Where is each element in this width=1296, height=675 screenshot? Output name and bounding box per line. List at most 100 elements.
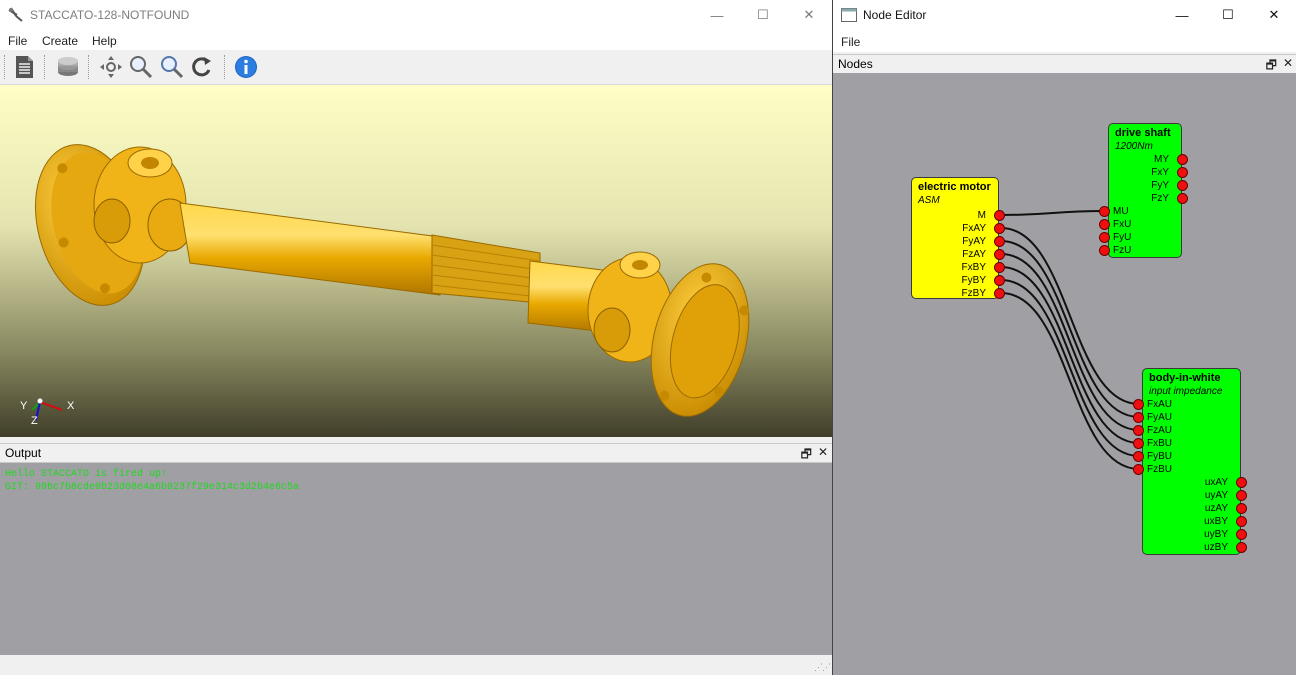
port-dot[interactable] [994, 275, 1005, 286]
node-title: body-in-white [1149, 372, 1221, 384]
output-port: FzY [1112, 192, 1188, 205]
port-dot[interactable] [1099, 219, 1110, 230]
maximize-button[interactable]: ☐ [740, 0, 786, 30]
node-canvas[interactable]: electric motor ASM drive shaft 1200Nm bo… [833, 73, 1296, 675]
app-icon [8, 7, 24, 26]
zoom-in-icon[interactable] [128, 54, 154, 80]
port-label: FzU [1113, 245, 1132, 256]
output-port: FxY [1112, 166, 1188, 179]
port-dot[interactable] [1133, 425, 1144, 436]
output-port: FxAY [915, 222, 1005, 235]
connection-wire[interactable] [1000, 292, 1140, 470]
output-port: uyAY [1146, 489, 1247, 502]
info-icon[interactable] [233, 54, 259, 80]
port-label: uzAY [1204, 503, 1228, 514]
window-title: STACCATO-128-NOTFOUND [30, 8, 190, 22]
menu-file[interactable]: File [841, 35, 860, 49]
output-port: FxBY [915, 261, 1005, 274]
axis-label-y: Y [20, 400, 28, 412]
port-label: FyY [1151, 180, 1169, 191]
port-dot[interactable] [1133, 438, 1144, 449]
output-port: MY [1112, 153, 1188, 166]
output-port: uxAY [1146, 476, 1247, 489]
port-dot[interactable] [994, 288, 1005, 299]
port-label: uyBY [1204, 529, 1228, 540]
toolbar-separator [88, 55, 91, 79]
close-button[interactable]: ✕ [786, 0, 832, 30]
maximize-button[interactable]: ☐ [1205, 0, 1251, 30]
connection-wire[interactable] [1000, 210, 1106, 216]
nodes-panel-title: Nodes [838, 57, 873, 71]
port-dot[interactable] [994, 210, 1005, 221]
connection-wire[interactable] [1000, 240, 1140, 418]
node-editor-app-icon [841, 8, 857, 25]
port-label: uxBY [1204, 516, 1228, 527]
port-dot[interactable] [1099, 245, 1110, 256]
port-dot[interactable] [1177, 180, 1188, 191]
minimize-button[interactable]: — [694, 0, 740, 30]
main-titlebar[interactable]: STACCATO-128-NOTFOUND — ☐ ✕ [0, 0, 832, 30]
output-port: uyBY [1146, 528, 1247, 541]
port-dot[interactable] [1236, 477, 1247, 488]
port-dot[interactable] [994, 236, 1005, 247]
resize-grip[interactable]: ⋰⋰ [814, 662, 831, 673]
port-label: FxAY [962, 223, 986, 234]
port-dot[interactable] [1133, 399, 1144, 410]
port-label: FzBY [961, 288, 986, 299]
input-port: MU [1099, 205, 1129, 218]
port-dot[interactable] [994, 262, 1005, 273]
input-port: FyU [1099, 231, 1131, 244]
port-dot[interactable] [1236, 529, 1247, 540]
menu-file[interactable]: File [8, 34, 27, 48]
input-port: FxU [1099, 218, 1132, 231]
port-label: FzY [1151, 193, 1169, 204]
port-label: FyBY [961, 275, 986, 286]
port-dot[interactable] [1236, 516, 1247, 527]
connection-wire[interactable] [1000, 253, 1140, 431]
port-dot[interactable] [1133, 451, 1144, 462]
document-icon[interactable] [11, 54, 37, 80]
port-label: FxY [1151, 167, 1169, 178]
port-dot[interactable] [994, 223, 1005, 234]
axis-label-x: X [67, 400, 75, 412]
output-port: FzAY [915, 248, 1005, 261]
3d-viewport[interactable]: Y X Z [0, 85, 832, 437]
port-dot[interactable] [1099, 232, 1110, 243]
pan-icon[interactable] [98, 54, 124, 80]
output-panel-title: Output [5, 446, 42, 460]
port-label: uyAY [1204, 490, 1228, 501]
port-dot[interactable] [1177, 154, 1188, 165]
port-dot[interactable] [1236, 490, 1247, 501]
connection-wire[interactable] [1000, 279, 1140, 457]
port-label: FxU [1113, 219, 1132, 230]
output-console[interactable]: Hello STACCATO is fired up! GIT: 99bc7b8… [0, 463, 832, 655]
node-subtitle: input impedance [1149, 386, 1223, 397]
zoom-out-icon[interactable] [159, 54, 185, 80]
menu-create[interactable]: Create [42, 34, 78, 48]
port-label: uxAY [1204, 477, 1228, 488]
output-port: FyBY [915, 274, 1005, 287]
node-editor-titlebar[interactable]: Node Editor — ☐ ✕ [833, 0, 1296, 30]
rotate-icon[interactable] [189, 54, 215, 80]
layers-icon[interactable] [55, 54, 81, 80]
close-button[interactable]: ✕ [1251, 0, 1296, 30]
port-dot[interactable] [1236, 542, 1247, 553]
port-dot[interactable] [1236, 503, 1247, 514]
port-dot[interactable] [1099, 206, 1110, 217]
axis-label-z: Z [31, 415, 38, 427]
node-title: electric motor [918, 181, 991, 193]
menu-help[interactable]: Help [92, 34, 117, 48]
port-dot[interactable] [1133, 412, 1144, 423]
port-dot[interactable] [1177, 167, 1188, 178]
connection-wire[interactable] [1000, 266, 1140, 444]
port-dot[interactable] [994, 249, 1005, 260]
port-dot[interactable] [1133, 464, 1144, 475]
port-dot[interactable] [1177, 193, 1188, 204]
output-line: Hello STACCATO is fired up! [5, 469, 168, 480]
port-label: FyAU [1147, 412, 1172, 423]
input-port: FxAU [1133, 398, 1172, 411]
input-port: FzBU [1133, 463, 1172, 476]
port-label: FxBY [961, 262, 986, 273]
status-bar: ⋰⋰ [0, 655, 832, 675]
minimize-button[interactable]: — [1159, 0, 1205, 30]
